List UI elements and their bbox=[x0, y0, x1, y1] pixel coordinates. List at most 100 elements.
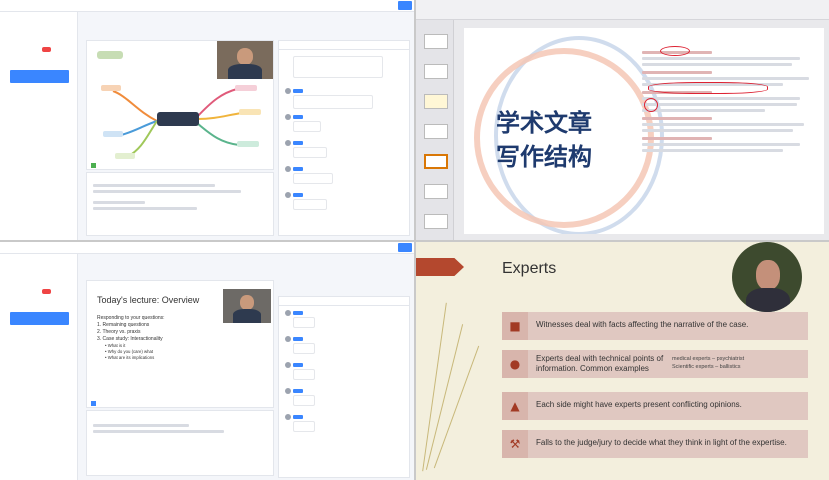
chat-message bbox=[285, 310, 405, 332]
overview-point-3: 3. Case study: Interactionality bbox=[97, 336, 163, 342]
chat-bubble bbox=[293, 199, 327, 210]
slide-thumbnail-active[interactable] bbox=[424, 154, 448, 169]
sidebar-item[interactable] bbox=[0, 171, 77, 184]
sidebar-item[interactable] bbox=[0, 351, 77, 364]
text-line bbox=[93, 184, 215, 187]
lms-window-bottom-left: Today's lecture: Overview Responding to … bbox=[0, 242, 414, 480]
course-info-card bbox=[86, 172, 274, 236]
chat-bubble bbox=[293, 56, 383, 78]
sidebar-item[interactable] bbox=[0, 44, 77, 57]
experts-item: ■ Witnesses deal with facts affecting th… bbox=[502, 312, 808, 340]
course-info-card bbox=[86, 410, 274, 476]
text-line bbox=[93, 201, 146, 204]
lms-sidebar bbox=[0, 12, 78, 240]
file-icon bbox=[91, 401, 96, 406]
sidebar-item[interactable] bbox=[0, 109, 77, 122]
sidebar-item[interactable] bbox=[0, 400, 77, 413]
experts-item-text: Experts deal with technical points of in… bbox=[536, 354, 664, 373]
overview-point-1: 1. Remaining questions bbox=[97, 322, 150, 328]
lms-breadcrumb-bar bbox=[0, 0, 414, 12]
sidebar-item[interactable] bbox=[0, 83, 77, 96]
annotation-circle bbox=[644, 98, 658, 112]
tab-chat[interactable] bbox=[279, 41, 344, 49]
role-tag bbox=[293, 311, 303, 315]
role-tag bbox=[293, 415, 303, 419]
chat-bubble bbox=[293, 421, 315, 432]
overview-intro: Responding to your questions: bbox=[97, 315, 165, 321]
file-icon bbox=[91, 163, 96, 168]
sidebar-group[interactable] bbox=[0, 132, 77, 145]
topbar-action-button[interactable] bbox=[398, 243, 412, 252]
role-tag bbox=[293, 389, 303, 393]
sidebar-item[interactable] bbox=[0, 31, 77, 44]
chat-bubble bbox=[293, 173, 333, 184]
sidebar-group[interactable] bbox=[0, 374, 77, 387]
slide-thumbnail[interactable] bbox=[424, 64, 448, 79]
chat-bubble bbox=[293, 317, 315, 328]
experts-slide: Experts ■ Witnesses deal with facts affe… bbox=[416, 242, 829, 480]
lms-page-header bbox=[82, 16, 410, 26]
sidebar-item[interactable] bbox=[0, 96, 77, 109]
experts-item: ● Experts deal with technical points of … bbox=[502, 350, 808, 378]
chat-panel bbox=[278, 296, 410, 478]
role-tag bbox=[293, 363, 303, 367]
current-slide: 学术文章 写作结构 bbox=[464, 28, 824, 234]
annotation-circle bbox=[648, 82, 768, 94]
sidebar-group[interactable] bbox=[0, 192, 77, 205]
ppt-toolbar bbox=[416, 0, 829, 20]
experts-item: ▲ Each side might have experts present c… bbox=[502, 392, 808, 420]
annotation-circle bbox=[660, 46, 690, 56]
sidebar-item-active[interactable] bbox=[10, 312, 69, 325]
experts-title: Experts bbox=[502, 260, 557, 277]
presenter-video bbox=[732, 242, 802, 312]
sidebar-item[interactable] bbox=[0, 286, 77, 299]
text-line bbox=[93, 430, 224, 433]
sidebar-item[interactable] bbox=[0, 273, 77, 286]
person-icon: ● bbox=[502, 350, 528, 378]
chat-message bbox=[285, 114, 405, 136]
sidebar-item[interactable] bbox=[0, 325, 77, 338]
experts-sub-1: medical experts – psychiatrist bbox=[672, 356, 745, 362]
chat-message bbox=[285, 362, 405, 384]
sidebar-item[interactable] bbox=[0, 299, 77, 312]
role-tag bbox=[293, 89, 303, 93]
sidebar-item[interactable] bbox=[0, 57, 77, 70]
sidebar-item[interactable] bbox=[0, 413, 77, 426]
topbar-action-button[interactable] bbox=[398, 1, 412, 10]
slide-thumbnail[interactable] bbox=[424, 184, 448, 199]
sidebar-item[interactable] bbox=[0, 145, 77, 158]
user-avatar bbox=[285, 192, 291, 198]
text-line bbox=[93, 190, 241, 193]
user-avatar bbox=[285, 166, 291, 172]
sidebar-item[interactable] bbox=[0, 158, 77, 171]
slide-thumbnail[interactable] bbox=[424, 214, 448, 229]
user-avatar bbox=[285, 140, 291, 146]
user-avatar bbox=[285, 88, 291, 94]
sidebar-item[interactable] bbox=[0, 387, 77, 400]
slide-thumbnail[interactable] bbox=[424, 124, 448, 139]
experts-item-text: Witnesses deal with facts affecting the … bbox=[536, 320, 749, 329]
chat-bubble bbox=[293, 395, 315, 406]
tab-chat[interactable] bbox=[279, 297, 344, 305]
tab-members[interactable] bbox=[344, 297, 409, 305]
lms-window-top-left bbox=[0, 0, 414, 240]
experts-sub-2: Scientific experts – ballistics bbox=[672, 364, 741, 370]
user-avatar bbox=[285, 336, 291, 342]
user-avatar bbox=[285, 362, 291, 368]
slide-thumbnail[interactable] bbox=[424, 94, 448, 109]
text-line bbox=[93, 424, 189, 427]
sidebar-badge bbox=[42, 289, 51, 294]
teacher-video bbox=[217, 41, 273, 79]
user-avatar bbox=[285, 310, 291, 316]
sidebar-group[interactable] bbox=[0, 260, 77, 273]
sidebar-group[interactable] bbox=[0, 18, 77, 31]
sidebar-item[interactable] bbox=[0, 338, 77, 351]
chat-message bbox=[285, 192, 405, 214]
chat-tabs bbox=[279, 41, 409, 50]
sidebar-item-active[interactable] bbox=[10, 70, 69, 83]
slide-thumbnail[interactable] bbox=[424, 34, 448, 49]
overview-sub-3: • What are its implications bbox=[105, 355, 155, 360]
chat-bubble bbox=[293, 343, 315, 354]
chat-message bbox=[285, 414, 405, 436]
tab-members[interactable] bbox=[344, 41, 409, 49]
